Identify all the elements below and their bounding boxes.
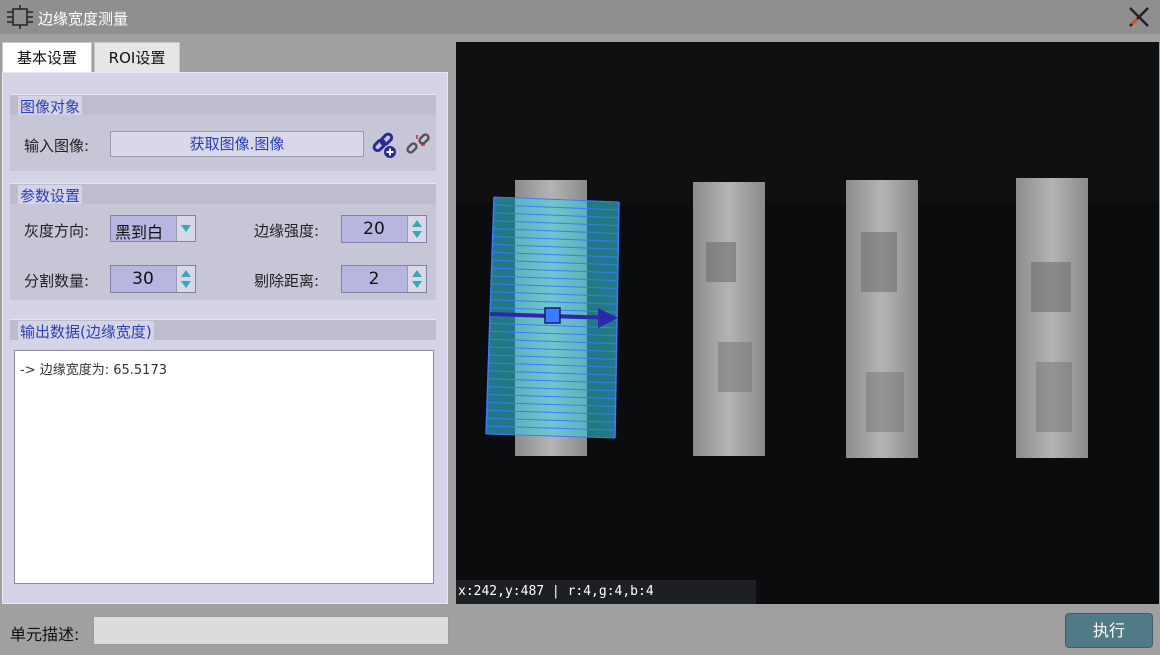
window-title: 边缘宽度测量 xyxy=(38,10,129,28)
gray-direction-value: 黑到白 xyxy=(115,223,164,242)
image-group-title: 图像对象 xyxy=(18,96,83,117)
close-icon[interactable] xyxy=(1126,4,1152,30)
image-group-header: 图像对象 xyxy=(10,94,436,117)
split-count-value: 30 xyxy=(132,269,154,289)
unit-desc-input[interactable] xyxy=(93,616,449,645)
output-group-header: 输出数据(边缘宽度) xyxy=(10,319,436,342)
title-bar: 边缘宽度测量 xyxy=(0,0,1160,34)
edge-strength-spinbox[interactable]: 20 xyxy=(341,215,427,243)
link-break-icon[interactable] xyxy=(404,131,432,159)
input-image-label: 输入图像: xyxy=(24,137,90,155)
specimen-strip xyxy=(693,182,765,456)
remove-distance-value: 2 xyxy=(368,269,380,289)
edge-strength-label: 边缘强度: xyxy=(254,222,320,240)
unit-desc-label: 单元描述: xyxy=(10,625,80,644)
spin-arrows-icon[interactable] xyxy=(407,216,426,242)
execute-button[interactable]: 执行 xyxy=(1065,613,1153,648)
split-count-label: 分割数量: xyxy=(24,272,90,290)
tab-basic-settings[interactable]: 基本设置 xyxy=(2,42,92,72)
image-viewer[interactable] xyxy=(456,42,1159,604)
output-textbox[interactable]: -> 边缘宽度为: 65.5173 xyxy=(14,350,434,584)
roi-overlay[interactable] xyxy=(485,196,620,439)
app-icon xyxy=(7,5,33,29)
spin-arrows-icon[interactable] xyxy=(407,266,426,292)
edge-strength-value: 20 xyxy=(363,219,385,239)
input-image-field[interactable]: 获取图像.图像 xyxy=(110,131,364,157)
params-group-title: 参数设置 xyxy=(18,185,83,206)
roi-handle[interactable] xyxy=(544,307,561,324)
params-group-header: 参数设置 xyxy=(10,183,436,206)
output-group-title: 输出数据(边缘宽度) xyxy=(18,321,154,342)
split-count-spinbox[interactable]: 30 xyxy=(110,265,196,293)
chevron-down-icon[interactable] xyxy=(176,216,195,241)
coord-readout: x:242,y:487 | r:4,g:4,b:4 xyxy=(458,584,654,599)
remove-distance-spinbox[interactable]: 2 xyxy=(341,265,427,293)
image-canvas xyxy=(456,42,1159,458)
remove-distance-label: 剔除距离: xyxy=(254,272,320,290)
gray-direction-select[interactable]: 黑到白 xyxy=(110,215,196,242)
spin-arrows-icon[interactable] xyxy=(176,266,195,292)
tab-roi-settings[interactable]: ROI设置 xyxy=(94,42,180,72)
link-add-icon[interactable] xyxy=(370,131,398,159)
gray-direction-label: 灰度方向: xyxy=(24,222,90,240)
output-line: -> 边缘宽度为: 65.5173 xyxy=(20,363,167,378)
coord-bar: x:242,y:487 | r:4,g:4,b:4 xyxy=(456,580,756,604)
